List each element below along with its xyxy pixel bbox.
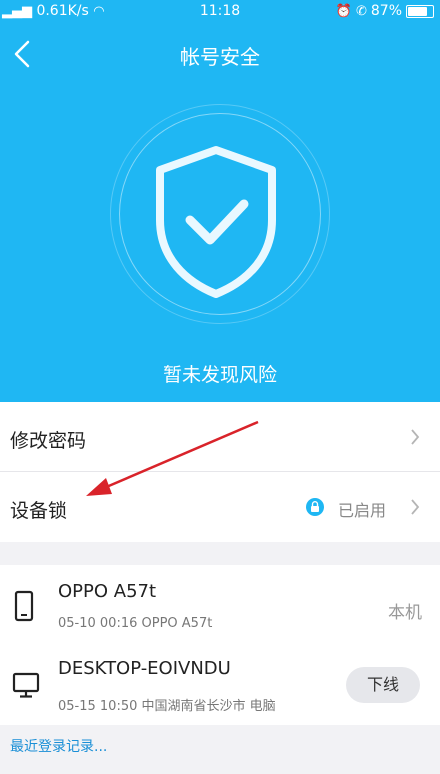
- risk-status-text: 暂未发现风险: [162, 364, 277, 386]
- chevron-right-icon: [411, 499, 420, 515]
- battery-icon: [406, 4, 434, 18]
- battery-percent: 87%: [370, 3, 402, 19]
- shield-check-icon: [156, 146, 276, 298]
- battery-level: [408, 6, 427, 16]
- header-banner: ▂▄▆ 0.61K/s ◠ 11:18 ⏰ ✆ 87% 帐号安全 暂未发现风险: [0, 0, 440, 402]
- monitor-icon: [12, 671, 40, 703]
- change-password-row[interactable]: 修改密码: [0, 402, 440, 471]
- phone-icon: [12, 590, 36, 626]
- lock-icon: [306, 498, 324, 516]
- recent-login-link[interactable]: 最近登录记录...: [10, 736, 107, 756]
- this-device-tag: 本机: [388, 603, 422, 623]
- device-detail: 05-15 10:50 中国湖南省长沙市 电脑: [58, 699, 276, 714]
- alarm-icon: ⏰: [335, 3, 352, 19]
- security-shield: [110, 104, 330, 324]
- device-lock-label: 设备锁: [10, 500, 68, 522]
- device-name: OPPO A57t: [58, 581, 157, 602]
- change-password-label: 修改密码: [10, 430, 87, 452]
- logout-device-button[interactable]: 下线: [346, 667, 420, 703]
- device-name: DESKTOP-EOIVNDU: [58, 658, 231, 679]
- device-detail: 05-10 00:16 OPPO A57t: [58, 616, 213, 631]
- status-bar: ▂▄▆ 0.61K/s ◠ 11:18 ⏰ ✆ 87%: [0, 0, 440, 24]
- call-icon: ✆: [355, 3, 367, 19]
- page-title: 帐号安全: [180, 45, 260, 69]
- device-lock-status: 已启用: [338, 501, 387, 520]
- chevron-right-icon: [411, 429, 420, 445]
